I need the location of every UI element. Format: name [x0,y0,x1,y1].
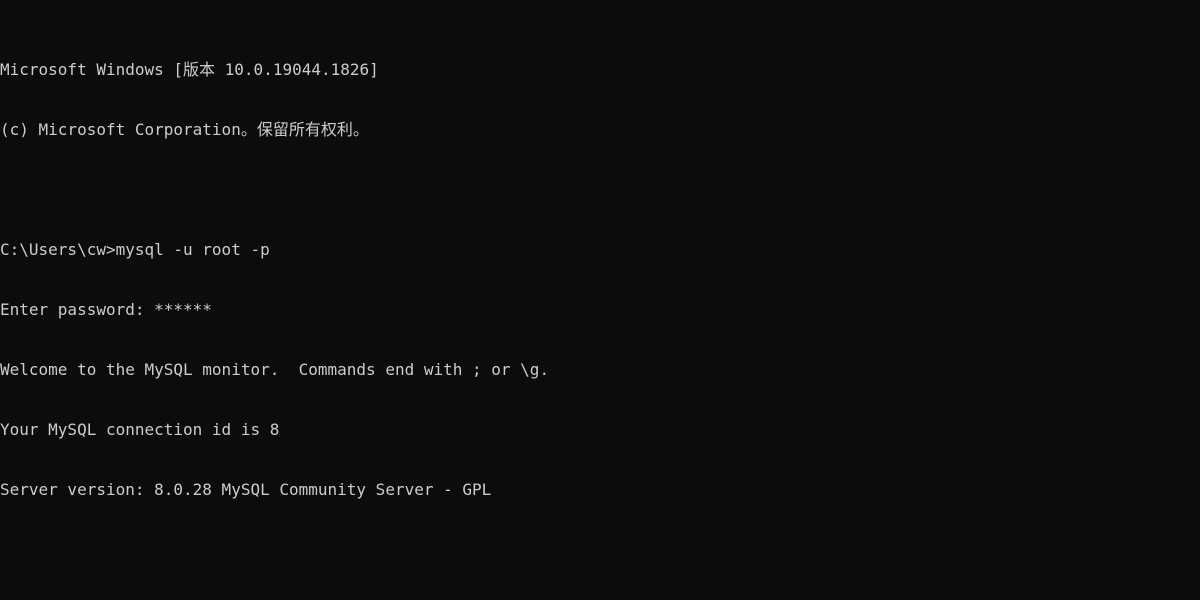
terminal-line-welcome: Welcome to the MySQL monitor. Commands e… [0,360,550,379]
terminal-screen[interactable]: Microsoft Windows [版本 10.0.19044.1826] (… [0,0,1200,600]
terminal-line: (c) Microsoft Corporation。保留所有权利。 [0,120,369,139]
terminal-line-password-prompt: Enter password: ****** [0,300,212,319]
terminal-line-server-version: Server version: 8.0.28 MySQL Community S… [0,480,492,499]
terminal-line: Microsoft Windows [版本 10.0.19044.1826] [0,60,379,79]
terminal-line-connection-id: Your MySQL connection id is 8 [0,420,280,439]
terminal-line-command: C:\Users\cw>mysql -u root -p [0,240,270,259]
